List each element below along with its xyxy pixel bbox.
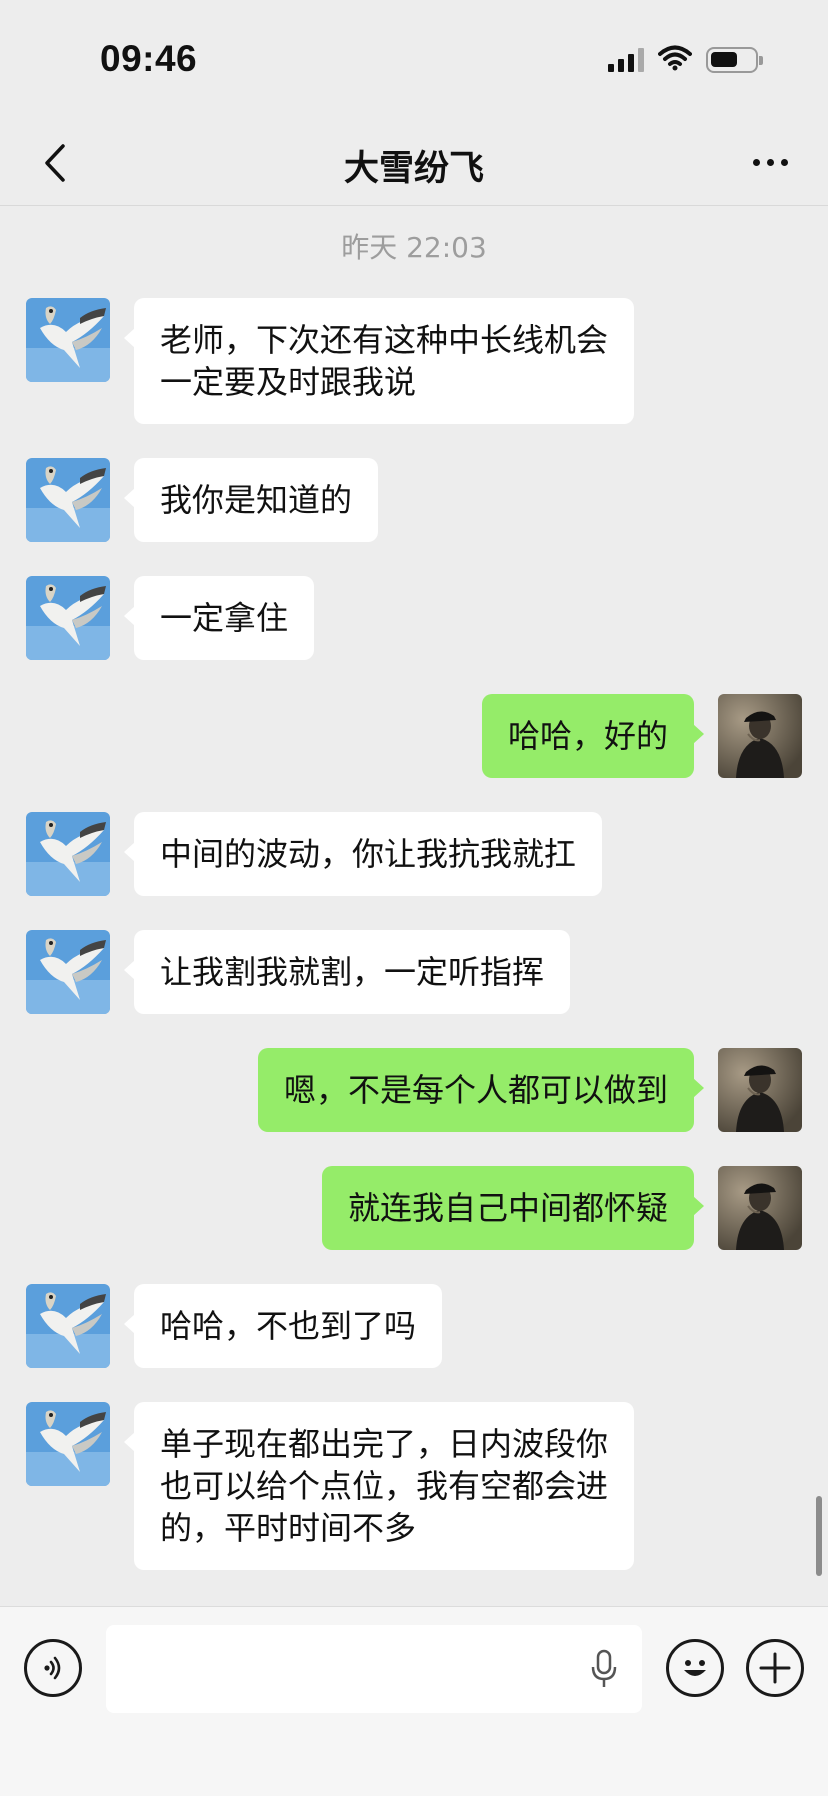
- my-avatar[interactable]: [718, 1166, 802, 1250]
- status-icons: [608, 44, 763, 76]
- contact-avatar[interactable]: [26, 812, 110, 896]
- incoming-message-bubble[interactable]: 一定拿住: [123, 576, 315, 660]
- emoji-button[interactable]: [666, 1639, 724, 1697]
- my-avatar[interactable]: [718, 1048, 802, 1132]
- chat-area[interactable]: 昨天 22:03 老师，下次还有这种中长线机会 一定要及时跟我说 我你是知道的 …: [0, 206, 828, 1606]
- contact-avatar[interactable]: [26, 458, 110, 542]
- incoming-message-bubble[interactable]: 我你是知道的: [123, 458, 379, 542]
- add-button[interactable]: [746, 1639, 804, 1697]
- scrollbar[interactable]: [816, 1496, 822, 1576]
- contact-avatar[interactable]: [26, 930, 110, 1014]
- voice-mode-icon: [44, 1656, 61, 1680]
- my-avatar[interactable]: [718, 694, 802, 778]
- outgoing-message-bubble[interactable]: 哈哈，好的: [481, 694, 705, 778]
- incoming-message-bubble[interactable]: 单子现在都出完了，日内波段你 也可以给个点位，我有空都会进 的，平时时间不多: [123, 1402, 635, 1570]
- plus-icon: [759, 1652, 791, 1684]
- voice-mode-button[interactable]: [24, 1639, 82, 1697]
- incoming-message-bubble[interactable]: 哈哈，不也到了吗: [123, 1284, 443, 1368]
- contact-avatar[interactable]: [26, 1284, 110, 1368]
- nav-bar: 大雪纷飞: [0, 120, 828, 206]
- incoming-message-bubble[interactable]: 让我割我就割，一定听指挥: [123, 930, 571, 1014]
- chat-timestamp: 昨天 22:03: [341, 231, 487, 264]
- wifi-icon: [658, 45, 692, 75]
- emoji-icon: [684, 1660, 706, 1676]
- more-dots-icon: [752, 158, 760, 166]
- outgoing-message-bubble[interactable]: 就连我自己中间都怀疑: [321, 1166, 705, 1250]
- contact-avatar[interactable]: [26, 298, 110, 382]
- more-button[interactable]: [740, 140, 800, 184]
- microphone-button[interactable]: [584, 1647, 624, 1691]
- input-bar: [0, 1606, 828, 1796]
- microphone-icon: [591, 1649, 617, 1687]
- incoming-message-bubble[interactable]: 老师，下次还有这种中长线机会 一定要及时跟我说: [123, 298, 635, 424]
- status-time: 09:46: [100, 38, 198, 79]
- chat-title: 大雪纷飞: [343, 149, 484, 189]
- contact-avatar[interactable]: [26, 576, 110, 660]
- incoming-message-bubble[interactable]: 中间的波动，你让我抗我就扛: [123, 812, 603, 896]
- message-input[interactable]: [106, 1625, 642, 1713]
- battery-icon: [706, 47, 763, 73]
- contact-avatar[interactable]: [26, 1402, 110, 1486]
- status-bar: 09:46: [0, 0, 828, 120]
- signal-icon: [608, 48, 644, 72]
- outgoing-message-bubble[interactable]: 嗯，不是每个人都可以做到: [257, 1048, 705, 1132]
